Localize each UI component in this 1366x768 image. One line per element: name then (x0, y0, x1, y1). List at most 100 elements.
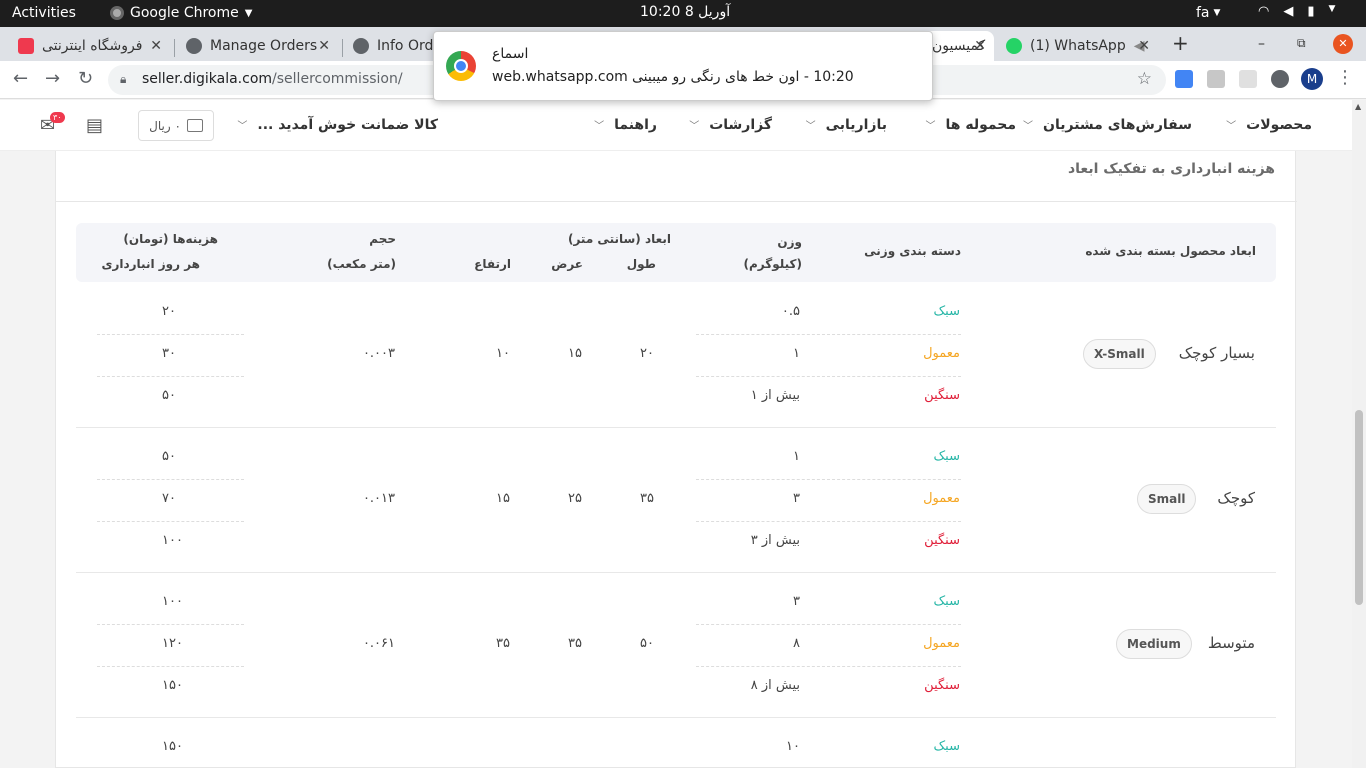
clock[interactable]: آوریل 8 10:20 (640, 4, 730, 20)
caret-down-icon: ▼ (1328, 4, 1336, 14)
cost-value: ۱۵۰ (162, 739, 183, 754)
weight-value: ۱ (793, 449, 800, 464)
header-volume: حجم (369, 232, 396, 246)
globe-favicon-icon (353, 38, 369, 54)
header-size: ابعاد (سانتی متر) (567, 232, 671, 246)
weight-value: ۳ (793, 491, 800, 506)
storage-cost-card: هزینه انبارداری به تفکیک ابعاد ابعاد محص… (55, 151, 1297, 768)
digikala-favicon-icon (18, 38, 34, 54)
notification-title: اسماع (492, 46, 529, 62)
chevron-down-icon: ﹀ (594, 121, 605, 132)
header-height: ارتفاع (474, 257, 511, 271)
back-icon[interactable]: ← (13, 68, 28, 89)
bookmark-star-icon[interactable]: ☆ (1137, 69, 1152, 89)
width-value: ۳۵ (568, 636, 582, 651)
volume-icon: ◀ (1283, 4, 1294, 19)
wifi-icon: ◠ (1258, 4, 1270, 19)
app-menu-label: Google Chrome (130, 5, 239, 21)
tab-whatsapp[interactable]: (1) WhatsApp ◀ ✕ (996, 31, 1158, 61)
restore-window-icon[interactable]: ⧉ (1297, 36, 1306, 51)
whatsapp-favicon-icon (1006, 38, 1022, 54)
header-cost-unit: هر روز انبارداری (101, 257, 200, 271)
battery-icon: ▮ (1307, 4, 1315, 19)
nav-welcome-promo[interactable]: کالا ضمانت خوش آمدید ...﹀ (237, 117, 438, 133)
tab-info-orders[interactable]: Info Orders (343, 31, 438, 61)
volume-value: ۰.۰۶۱ (362, 636, 395, 651)
close-window-icon[interactable]: ✕ (1333, 34, 1353, 54)
system-tray[interactable]: ◠ ◀ ▮ ▼ (1258, 4, 1335, 19)
weight-class-heavy: سنگین (924, 388, 960, 403)
tab-title: فروشگاه اینترنتی (42, 38, 143, 54)
new-tab-button[interactable]: + (1172, 31, 1189, 55)
cost-value: ۱۲۰ (162, 636, 183, 651)
nav-reports[interactable]: گزارشات﹀ (689, 117, 772, 133)
header-weight-class: دسته بندی وزنی (864, 244, 961, 258)
size-code-badge: Medium (1116, 629, 1192, 659)
page-scrollbar[interactable]: ▲ (1352, 100, 1366, 768)
tab-digikala[interactable]: فروشگاه اینترنتی ✕ (8, 31, 170, 61)
shield-extension-icon[interactable] (1239, 70, 1257, 88)
volume-value: ۰.۰۰۳ (362, 346, 395, 361)
tab-title: Info Orders (377, 38, 438, 54)
nav-marketing[interactable]: بازاریابی﹀ (806, 117, 887, 133)
puzzle-extensions-icon[interactable] (1271, 70, 1289, 88)
header-weight-unit: (کیلوگرم) (743, 257, 802, 271)
text-extension-icon[interactable] (1207, 70, 1225, 88)
chevron-down-icon: ﹀ (237, 121, 248, 132)
scroll-up-icon[interactable]: ▲ (1355, 102, 1361, 111)
chevron-down-icon: ﹀ (805, 121, 816, 132)
lock-icon: 🔒︎ (120, 72, 127, 86)
wallet-amount: ۰ ریال (149, 118, 181, 133)
table-header: ابعاد محصول بسته بندی شده دسته بندی وزنی… (76, 223, 1276, 282)
scrollbar-thumb[interactable] (1355, 410, 1363, 605)
minimize-window-icon[interactable]: – (1258, 36, 1265, 52)
app-menu[interactable]: Google Chrome ▼ (110, 5, 252, 21)
length-value: ۳۵ (640, 491, 654, 506)
tab-manage-orders[interactable]: Manage Orders ✕ (176, 31, 338, 61)
cost-value: ۵۰ (162, 388, 176, 403)
keyboard-layout[interactable]: fa ▼ (1196, 5, 1220, 21)
close-tab-icon[interactable]: ✕ (150, 38, 162, 54)
size-code-badge: Small (1137, 484, 1197, 514)
length-value: ۲۰ (640, 346, 654, 361)
cost-value: ۵۰ (162, 449, 176, 464)
nav-guide[interactable]: راهنما﹀ (594, 117, 657, 133)
activities-button[interactable]: Activities (12, 5, 76, 21)
weight-class-light: سبک (933, 739, 960, 754)
wallet-balance[interactable]: ۰ ریال (138, 110, 214, 141)
reload-icon[interactable]: ↻ (78, 68, 93, 89)
weight-value: ۸ (793, 636, 800, 651)
weight-class-light: سبک (933, 304, 960, 319)
tab-title: (1) WhatsApp (1030, 38, 1126, 54)
chevron-down-icon: ﹀ (925, 121, 936, 132)
profile-avatar[interactable]: M (1301, 68, 1323, 90)
tab-title: Manage Orders (210, 38, 318, 54)
nav-customer-orders[interactable]: سفارش‌های مشتریان﹀ (1023, 117, 1192, 133)
whatsapp-notification[interactable]: اسماع web.whatsapp.com 10:20 - اون خط ها… (433, 31, 933, 101)
volume-value: ۰.۰۱۳ (362, 491, 395, 506)
weight-class-light: سبک (933, 449, 960, 464)
weight-value: ۳ (793, 594, 800, 609)
chevron-down-icon: ﹀ (1023, 121, 1034, 132)
chat-icon[interactable]: ▤ (86, 115, 103, 136)
nav-products[interactable]: محصولات﹀ (1226, 117, 1312, 133)
close-tab-icon[interactable]: ✕ (318, 38, 330, 54)
size-name: کوچک (1217, 489, 1255, 507)
header-weight: وزن (777, 235, 802, 249)
cost-value: ۳۰ (162, 346, 176, 361)
width-value: ۱۵ (568, 346, 582, 361)
weight-value: بیش از ۸ (750, 678, 800, 693)
header-dimensions: ابعاد محصول بسته بندی شده (1085, 244, 1256, 258)
weight-value: ۱۰ (786, 739, 800, 754)
cost-value: ۲۰ (162, 304, 176, 319)
height-value: ۱۰ (496, 346, 510, 361)
weight-value: بیش از ۱ (750, 388, 800, 403)
forward-icon[interactable]: → (45, 68, 60, 89)
length-value: ۵۰ (640, 636, 654, 651)
caret-down-icon: ▼ (244, 7, 253, 19)
nav-shipments[interactable]: محموله ها﹀ (925, 117, 1016, 133)
close-tab-icon[interactable]: ✕ (1138, 38, 1150, 54)
close-tab-icon[interactable]: ✕ (974, 38, 986, 54)
translate-extension-icon[interactable] (1175, 70, 1193, 88)
menu-kebab-icon[interactable]: ⋮ (1336, 67, 1354, 88)
